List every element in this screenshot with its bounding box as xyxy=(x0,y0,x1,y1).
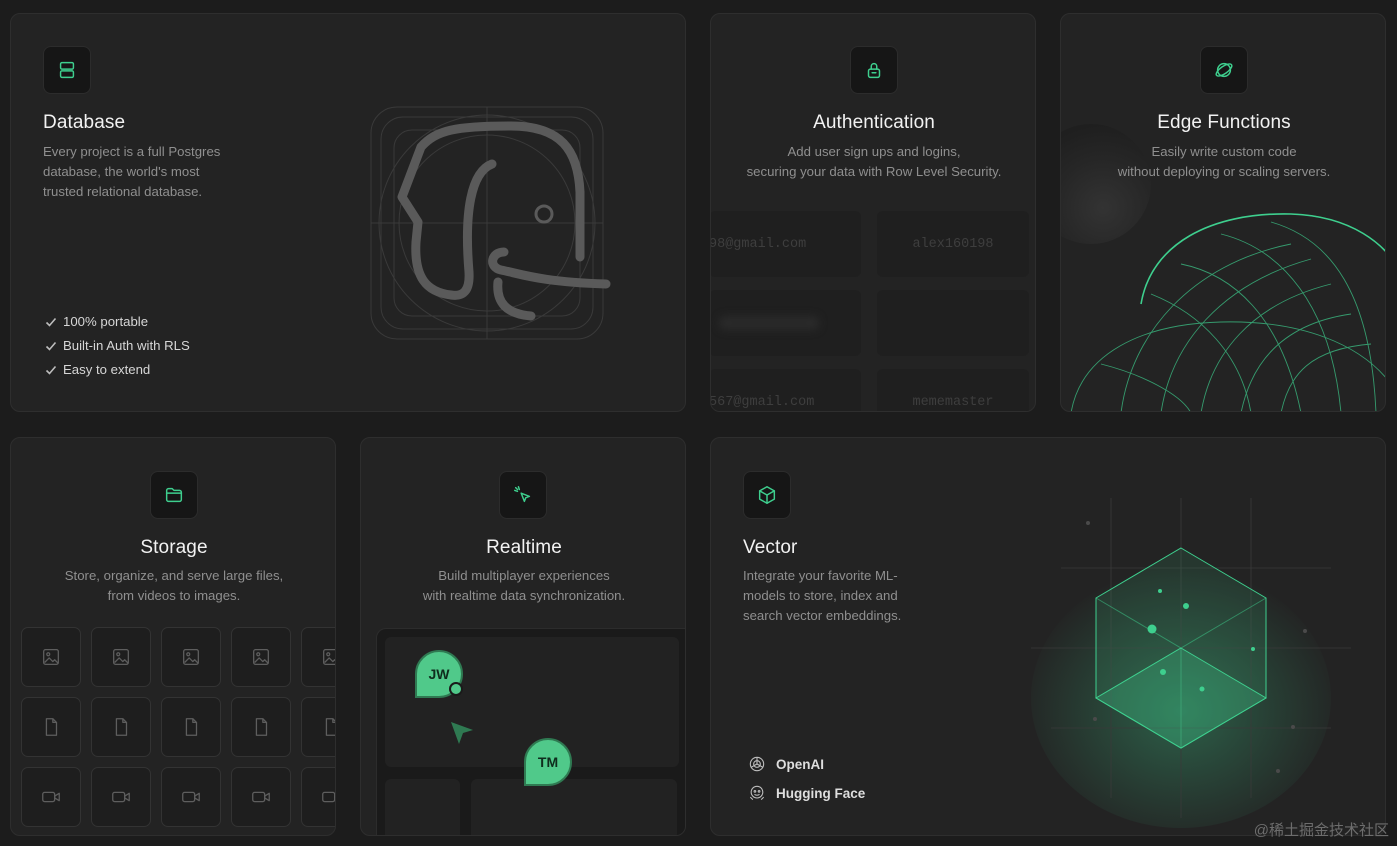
storage-image-tile xyxy=(91,627,151,687)
cursor-arrow-icon xyxy=(451,722,473,744)
file-icon xyxy=(255,718,268,736)
auth-username-cell: mememaster xyxy=(877,369,1029,411)
database-card[interactable]: Database Every project is a full Postgre… xyxy=(10,13,686,412)
storage-video-tile xyxy=(301,767,335,827)
realtime-panel xyxy=(471,779,677,835)
folder-icon xyxy=(150,471,198,519)
authentication-card[interactable]: Authentication Add user sign ups and log… xyxy=(710,13,1036,412)
storage-image-tile xyxy=(231,627,291,687)
video-icon xyxy=(112,791,130,803)
storage-file-tile xyxy=(301,697,335,757)
vector-cube-illustration xyxy=(1031,498,1351,828)
storage-description: Store, organize, and serve large files, … xyxy=(64,568,284,603)
storage-file-tile xyxy=(231,697,291,757)
openai-icon xyxy=(749,756,765,772)
auth-blurred-cell xyxy=(877,290,1029,356)
storage-video-tile xyxy=(91,767,151,827)
image-icon xyxy=(183,649,199,665)
image-icon xyxy=(323,649,335,665)
realtime-description: Build multiplayer experiences with realt… xyxy=(422,568,626,603)
video-icon xyxy=(42,791,60,803)
file-icon xyxy=(185,718,198,736)
postgres-elephant-illustration xyxy=(370,106,611,340)
check-icon xyxy=(45,341,57,351)
cube-icon xyxy=(743,471,791,519)
video-icon xyxy=(322,791,335,803)
edge-functions-description: Easily write custom code without deployi… xyxy=(1117,144,1331,179)
storage-file-tile xyxy=(21,697,81,757)
auth-username-cell: alex160198 xyxy=(877,211,1029,277)
storage-card[interactable]: Storage Store, organize, and serve large… xyxy=(10,437,336,836)
feature-item: Easy to extend xyxy=(45,362,150,377)
cursor-click-icon xyxy=(499,471,547,519)
database-icon xyxy=(43,46,91,94)
storage-video-tile xyxy=(21,767,81,827)
check-icon xyxy=(45,365,57,375)
authentication-description: Add user sign ups and logins, securing y… xyxy=(746,144,1002,179)
storage-image-tile xyxy=(301,627,335,687)
storage-video-tile xyxy=(231,767,291,827)
storage-title: Storage xyxy=(140,537,208,558)
image-icon xyxy=(253,649,269,665)
feature-item: 100% portable xyxy=(45,314,148,329)
auth-email-cell: 567@gmail.com xyxy=(711,369,861,411)
realtime-title: Realtime xyxy=(486,537,562,558)
auth-blurred-cell xyxy=(711,290,861,356)
avatar-tm: TM xyxy=(524,738,572,786)
file-icon xyxy=(45,718,58,736)
image-icon xyxy=(43,649,59,665)
globe-icon xyxy=(1200,46,1248,94)
file-icon xyxy=(115,718,128,736)
feature-item: Built-in Auth with RLS xyxy=(45,338,190,353)
online-status-dot xyxy=(449,682,463,696)
edge-functions-title: Edge Functions xyxy=(1157,112,1291,133)
video-icon xyxy=(252,791,270,803)
authentication-title: Authentication xyxy=(813,112,935,133)
video-icon xyxy=(182,791,200,803)
watermark: @稀土掘金技术社区 xyxy=(1253,822,1389,839)
globe-wireframe-illustration xyxy=(1070,213,1385,411)
hugging-face-icon xyxy=(749,785,765,801)
integration-hugging-face: Hugging Face xyxy=(747,783,865,803)
storage-image-tile xyxy=(21,627,81,687)
auth-email-cell: 98@gmail.com xyxy=(711,211,861,277)
storage-image-tile xyxy=(161,627,221,687)
check-icon xyxy=(45,317,57,327)
file-icon xyxy=(325,718,335,736)
image-icon xyxy=(113,649,129,665)
edge-functions-card[interactable]: Edge Functions Easily write custom code … xyxy=(1060,13,1386,412)
database-title: Database xyxy=(43,112,126,133)
storage-file-tile xyxy=(91,697,151,757)
integration-openai: OpenAI xyxy=(747,754,824,774)
vector-card[interactable]: Vector Integrate your favorite ML- model… xyxy=(710,437,1386,836)
vector-title: Vector xyxy=(743,537,798,558)
lock-icon xyxy=(850,46,898,94)
storage-file-tile xyxy=(161,697,221,757)
vector-description: Integrate your favorite ML- models to st… xyxy=(743,568,902,623)
database-description: Every project is a full Postgres databas… xyxy=(43,144,221,199)
storage-video-tile xyxy=(161,767,221,827)
realtime-panel xyxy=(385,779,460,835)
realtime-card[interactable]: Realtime Build multiplayer experiences w… xyxy=(360,437,686,836)
